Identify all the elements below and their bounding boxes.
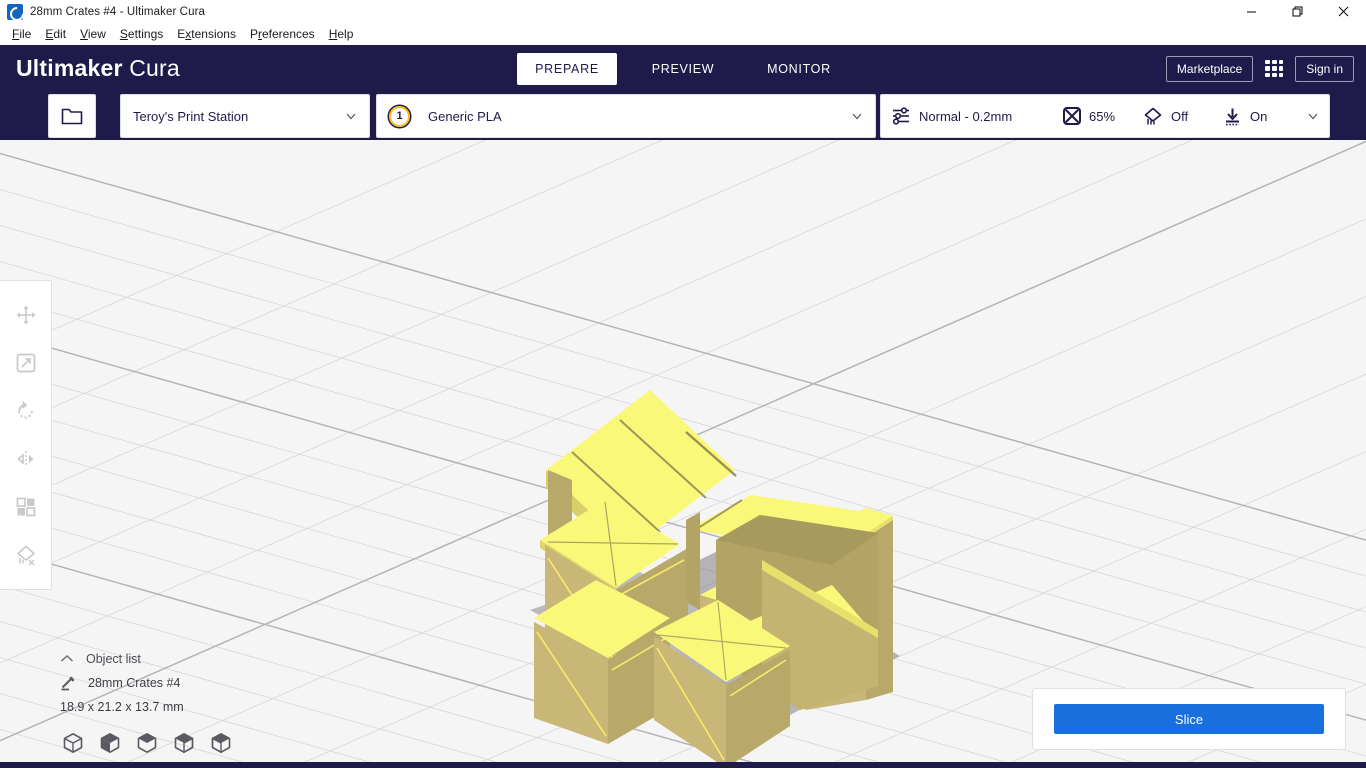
adhesion-item[interactable]: On	[1223, 107, 1299, 126]
object-dimensions: 18.9 x 21.2 x 13.7 mm	[60, 700, 184, 714]
infill-value: 65%	[1089, 108, 1116, 124]
quality-profile-item[interactable]: Normal - 0.2mm	[891, 107, 1063, 125]
rotate-tool[interactable]	[2, 387, 50, 435]
sliders-icon	[892, 107, 909, 125]
print-settings-selector[interactable]: Normal - 0.2mm 65% Off On	[880, 94, 1330, 138]
adhesion-value: On	[1250, 108, 1268, 124]
open-file-button[interactable]	[48, 94, 96, 138]
chevron-down-icon	[852, 113, 862, 120]
cube-front-icon[interactable]	[99, 732, 121, 754]
build-plate-viewport[interactable]	[0, 140, 1366, 762]
menu-help[interactable]: Help	[322, 24, 361, 44]
support-item[interactable]: Off	[1143, 107, 1223, 126]
scale-icon	[16, 353, 35, 373]
menu-view-rest: iew	[87, 27, 106, 41]
support-blocker-tool[interactable]	[2, 531, 50, 579]
object-list-panel: Object list 28mm Crates #4 18.9 x 21.2 x…	[60, 648, 184, 714]
printer-selector[interactable]: Teroy's Print Station	[120, 94, 370, 138]
move-tool[interactable]	[2, 291, 50, 339]
stage-tabs: PREPARE PREVIEW MONITOR	[0, 45, 1366, 92]
per-model-settings-tool[interactable]	[2, 483, 50, 531]
material-selector[interactable]: 1 Generic PLA	[376, 94, 876, 138]
object-list-item[interactable]: 28mm Crates #4	[60, 670, 184, 696]
menu-view-mnemonic: V	[80, 27, 88, 41]
header-actions: Marketplace Sign in	[1165, 45, 1354, 92]
cube-isometric-icon[interactable]	[62, 732, 84, 754]
adhesion-icon	[1226, 108, 1239, 125]
cube-left-icon[interactable]	[173, 732, 195, 754]
support-blocker-icon	[16, 545, 35, 566]
object-list-header[interactable]: Object list	[60, 648, 184, 670]
support-icon	[1144, 107, 1162, 124]
object-list-item-name: 28mm Crates #4	[88, 676, 181, 690]
object-list-label: Object list	[86, 652, 141, 666]
chevron-down-icon	[1308, 113, 1318, 120]
window-controls	[1228, 0, 1366, 23]
action-panel: Slice	[1032, 688, 1346, 750]
material-name: Generic PLA	[428, 108, 502, 124]
menu-view[interactable]: View	[73, 24, 113, 44]
mesh-type-icon	[61, 676, 75, 691]
cube-top-icon[interactable]	[136, 732, 158, 754]
cura-logo-icon	[7, 3, 23, 20]
open-folder-icon	[61, 108, 83, 125]
chevron-up-icon	[61, 655, 73, 662]
camera-view-buttons	[62, 732, 232, 754]
scale-tool[interactable]	[2, 339, 50, 387]
tab-preview[interactable]: PREVIEW	[633, 53, 733, 85]
infill-item[interactable]: 65%	[1063, 107, 1143, 125]
brand-light: Cura	[129, 55, 180, 81]
menu-preferences-pre: P	[249, 27, 258, 41]
per-model-settings-icon	[16, 497, 35, 517]
menu-file[interactable]: File	[5, 24, 38, 44]
brand-bold: Ultimaker	[16, 55, 123, 81]
window-title: 28mm Crates #4 - Ultimaker Cura	[30, 5, 206, 18]
app-brand: Ultimaker Cura	[16, 55, 180, 82]
menu-bar: File Edit View Settings Extensions Prefe…	[0, 23, 1366, 45]
menu-file-rest: ile	[19, 27, 32, 41]
menu-preferences[interactable]: Preferences	[243, 24, 322, 44]
menu-extensions-rest: tensions	[191, 27, 236, 41]
mirror-icon	[16, 451, 33, 467]
chevron-down-icon	[346, 113, 356, 120]
configuration-bar: Teroy's Print Station 1 Generic PLA Norm…	[0, 92, 1366, 140]
menu-edit-rest: dit	[53, 27, 67, 41]
menu-preferences-rest: eferences	[261, 27, 315, 41]
tab-prepare[interactable]: PREPARE	[517, 52, 617, 85]
slice-button[interactable]: Slice	[1054, 704, 1324, 734]
menu-settings-mnemonic: S	[119, 27, 128, 41]
move-arrows-icon	[16, 305, 35, 325]
support-value: Off	[1171, 108, 1189, 124]
minimize-icon[interactable]	[1228, 0, 1274, 23]
infill-grid-icon	[1063, 107, 1081, 125]
cube-right-icon[interactable]	[210, 732, 232, 754]
status-bar	[0, 762, 1366, 768]
quality-profile-value: Normal - 0.2mm	[919, 108, 1013, 124]
menu-settings[interactable]: Settings	[113, 24, 170, 44]
tab-monitor[interactable]: MONITOR	[749, 53, 849, 85]
marketplace-button[interactable]: Marketplace	[1165, 55, 1254, 82]
menu-settings-rest: ettings	[127, 27, 164, 41]
menu-help-rest: elp	[337, 27, 354, 41]
printer-name: Teroy's Print Station	[133, 108, 249, 124]
mirror-tool[interactable]	[2, 435, 50, 483]
rotate-icon	[17, 401, 33, 419]
restore-icon[interactable]	[1274, 0, 1320, 23]
close-icon[interactable]	[1320, 0, 1366, 23]
extruder-badge: 1	[389, 105, 410, 127]
tool-panel	[0, 280, 52, 590]
build-plate-grid	[0, 140, 1366, 762]
window-titlebar: 28mm Crates #4 - Ultimaker Cura	[0, 0, 1366, 23]
menu-extensions[interactable]: Extensions	[170, 24, 243, 44]
signin-button[interactable]: Sign in	[1295, 55, 1354, 82]
grid-apps-icon[interactable]	[1265, 59, 1284, 78]
app-header: Ultimaker Cura PREPARE PREVIEW MONITOR M…	[0, 45, 1366, 92]
menu-edit[interactable]: Edit	[38, 24, 73, 44]
